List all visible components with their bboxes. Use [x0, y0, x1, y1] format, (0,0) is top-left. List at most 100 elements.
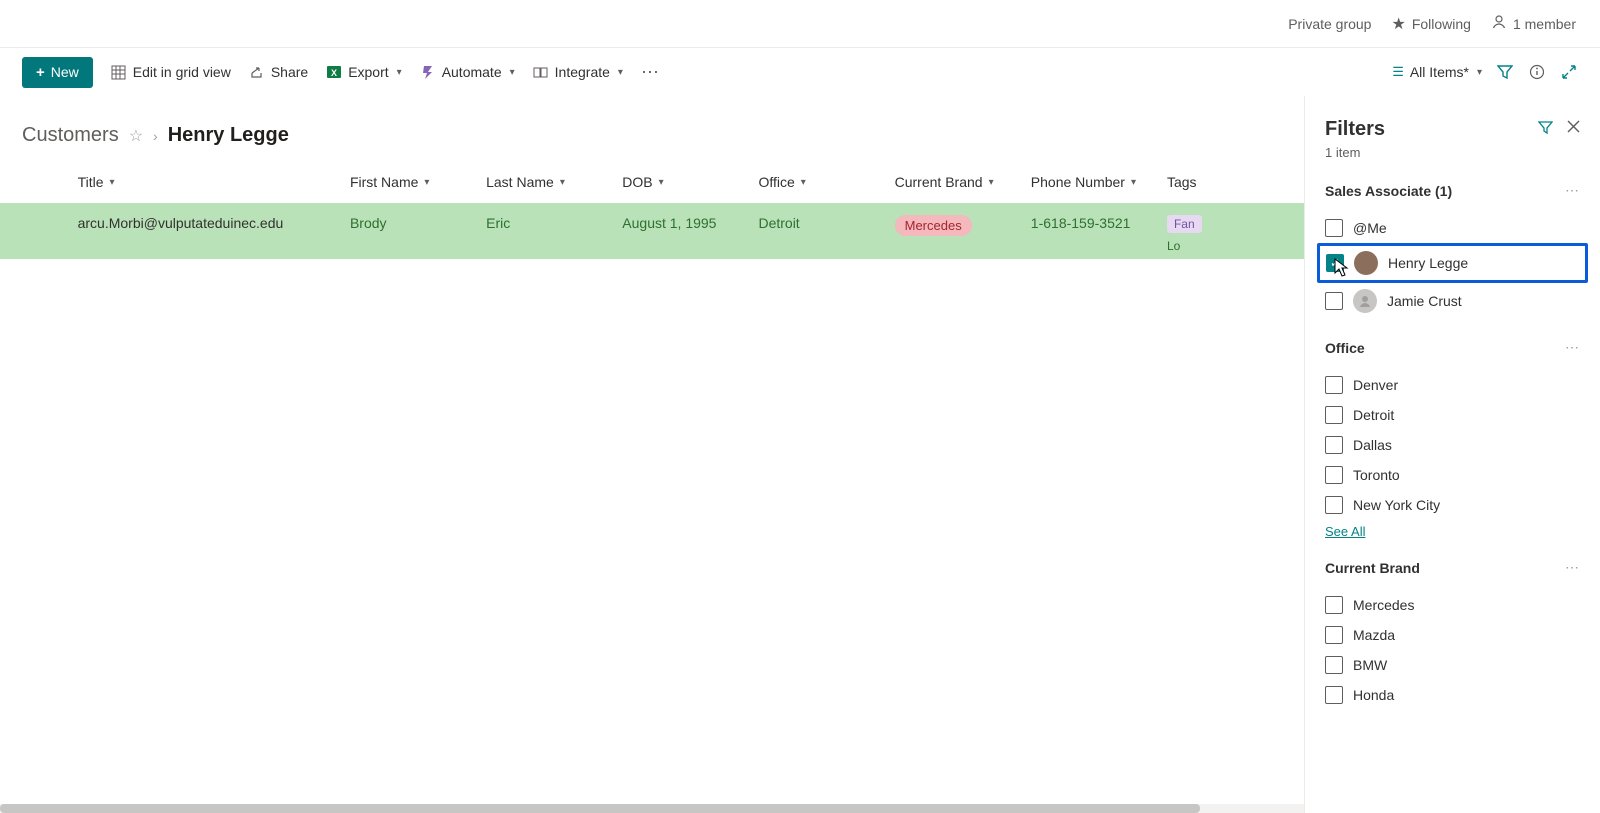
filter-pane-toggle[interactable]: [1496, 63, 1514, 81]
checkbox[interactable]: [1325, 436, 1343, 454]
automate-button[interactable]: Automate ▾: [420, 64, 515, 80]
command-bar: + New Edit in grid view Share X Export ▾: [0, 48, 1600, 96]
filter-group-title: Office: [1325, 340, 1365, 356]
cell-office: Detroit: [758, 215, 894, 231]
checkbox[interactable]: [1325, 406, 1343, 424]
column-header-first-name[interactable]: First Name▾: [350, 174, 486, 190]
edit-grid-button[interactable]: Edit in grid view: [111, 64, 231, 80]
table-row[interactable]: arcu.Morbi@vulputateduinec.edu Brody Eri…: [0, 203, 1304, 259]
filter-option-mercedes[interactable]: Mercedes: [1325, 590, 1580, 620]
chevron-down-icon: ▾: [110, 177, 115, 188]
column-header-brand[interactable]: Current Brand▾: [895, 174, 1031, 190]
chevron-down-icon: ▾: [989, 177, 994, 188]
column-header-last-name[interactable]: Last Name▾: [486, 174, 622, 190]
checkbox-checked[interactable]: ✓: [1326, 254, 1344, 272]
edit-grid-label: Edit in grid view: [133, 64, 231, 80]
new-button[interactable]: + New: [22, 57, 93, 88]
clear-filters-icon[interactable]: [1538, 120, 1553, 139]
column-header-title[interactable]: Title▾: [78, 174, 350, 190]
checkbox[interactable]: [1325, 466, 1343, 484]
filter-panel: Filters 1 item Sales Associate (1) ⋯ @Me: [1304, 96, 1600, 813]
filter-option-bmw[interactable]: BMW: [1325, 650, 1580, 680]
filter-group-more-button[interactable]: ⋯: [1565, 559, 1580, 576]
automate-label: Automate: [442, 64, 502, 80]
expand-icon[interactable]: [1560, 63, 1578, 81]
checkbox[interactable]: [1325, 292, 1343, 310]
chevron-down-icon: ▾: [510, 67, 515, 78]
filter-group-sales-associate: Sales Associate (1) ⋯ @Me ✓ Henry Legge …: [1325, 182, 1580, 319]
star-filled-icon: ★: [1391, 14, 1405, 34]
checkbox[interactable]: [1325, 686, 1343, 704]
filter-option-henry-legge[interactable]: ✓ Henry Legge: [1317, 243, 1588, 283]
chevron-down-icon: ▾: [1477, 67, 1482, 78]
column-header-dob[interactable]: DOB▾: [622, 174, 758, 190]
filter-option-me[interactable]: @Me: [1325, 213, 1580, 243]
filter-option-mazda[interactable]: Mazda: [1325, 620, 1580, 650]
see-all-link[interactable]: See All: [1325, 524, 1365, 539]
cell-first-name: Brody: [350, 215, 486, 231]
star-outline-icon[interactable]: ☆: [129, 126, 143, 146]
filter-option-denver[interactable]: Denver: [1325, 370, 1580, 400]
share-button[interactable]: Share: [249, 64, 308, 80]
filter-option-detroit[interactable]: Detroit: [1325, 400, 1580, 430]
view-selector[interactable]: ☰ All Items* ▾: [1392, 64, 1482, 80]
export-label: Export: [348, 64, 388, 80]
members-button[interactable]: 1 member: [1491, 14, 1576, 33]
column-header-office[interactable]: Office▾: [758, 174, 894, 190]
chevron-down-icon: ▾: [659, 177, 664, 188]
view-label: All Items*: [1410, 64, 1469, 80]
column-header-phone[interactable]: Phone Number▾: [1031, 174, 1167, 190]
grid-icon: [111, 64, 127, 80]
avatar: [1354, 251, 1378, 275]
chevron-down-icon: ▾: [560, 177, 565, 188]
close-icon[interactable]: [1567, 120, 1580, 139]
filter-group-office: Office ⋯ Denver Detroit Dallas Toronto: [1325, 339, 1580, 539]
chevron-down-icon: ▾: [801, 177, 806, 188]
following-toggle[interactable]: ★ Following: [1391, 14, 1470, 34]
filter-option-toronto[interactable]: Toronto: [1325, 460, 1580, 490]
checkbox[interactable]: [1325, 496, 1343, 514]
chevron-down-icon: ▾: [1131, 177, 1136, 188]
integrate-label: Integrate: [555, 64, 610, 80]
info-pane-toggle[interactable]: [1528, 63, 1546, 81]
checkbox[interactable]: [1325, 656, 1343, 674]
tag-text: Lo: [1167, 239, 1282, 253]
filter-group-more-button[interactable]: ⋯: [1565, 339, 1580, 356]
checkbox[interactable]: [1325, 376, 1343, 394]
breadcrumb-current: Henry Legge: [168, 124, 289, 147]
checkbox[interactable]: [1325, 626, 1343, 644]
checkbox[interactable]: [1325, 596, 1343, 614]
person-icon: [1491, 14, 1507, 33]
filter-group-more-button[interactable]: ⋯: [1565, 182, 1580, 199]
filter-option-nyc[interactable]: New York City: [1325, 490, 1580, 520]
plus-icon: +: [36, 64, 45, 81]
site-header: Private group ★ Following 1 member: [0, 0, 1600, 48]
filter-option-dallas[interactable]: Dallas: [1325, 430, 1580, 460]
checkbox[interactable]: [1325, 219, 1343, 237]
breadcrumb-root[interactable]: Customers: [22, 124, 119, 147]
cell-brand: Mercedes: [895, 215, 1031, 236]
scrollbar-thumb[interactable]: [0, 804, 1200, 813]
more-commands-button[interactable]: ⋯: [641, 62, 660, 83]
filter-option-jamie-crust[interactable]: Jamie Crust: [1325, 283, 1580, 319]
private-group-label: Private group: [1288, 16, 1371, 32]
filter-option-honda[interactable]: Honda: [1325, 680, 1580, 710]
horizontal-scrollbar[interactable]: [0, 804, 1304, 813]
cell-title[interactable]: arcu.Morbi@vulputateduinec.edu: [78, 215, 350, 231]
chevron-down-icon: ▾: [424, 177, 429, 188]
integrate-icon: [533, 64, 549, 80]
export-button[interactable]: X Export ▾: [326, 64, 402, 80]
tag-pill: Fan: [1167, 215, 1202, 233]
view-icon: ☰: [1392, 64, 1404, 80]
filter-group-title: Sales Associate (1): [1325, 183, 1452, 199]
column-headers: Title▾ First Name▾ Last Name▾ DOB▾ Offic…: [0, 161, 1304, 203]
chevron-down-icon: ▾: [618, 67, 623, 78]
member-count-label: 1 member: [1513, 16, 1576, 32]
excel-icon: X: [326, 64, 342, 80]
cell-phone: 1-618-159-3521: [1031, 215, 1167, 231]
filter-group-brand: Current Brand ⋯ Mercedes Mazda BMW Honda: [1325, 559, 1580, 710]
column-header-tags[interactable]: Tags: [1167, 174, 1282, 190]
filter-group-title: Current Brand: [1325, 560, 1420, 576]
integrate-button[interactable]: Integrate ▾: [533, 64, 623, 80]
filter-item-count: 1 item: [1325, 145, 1580, 160]
